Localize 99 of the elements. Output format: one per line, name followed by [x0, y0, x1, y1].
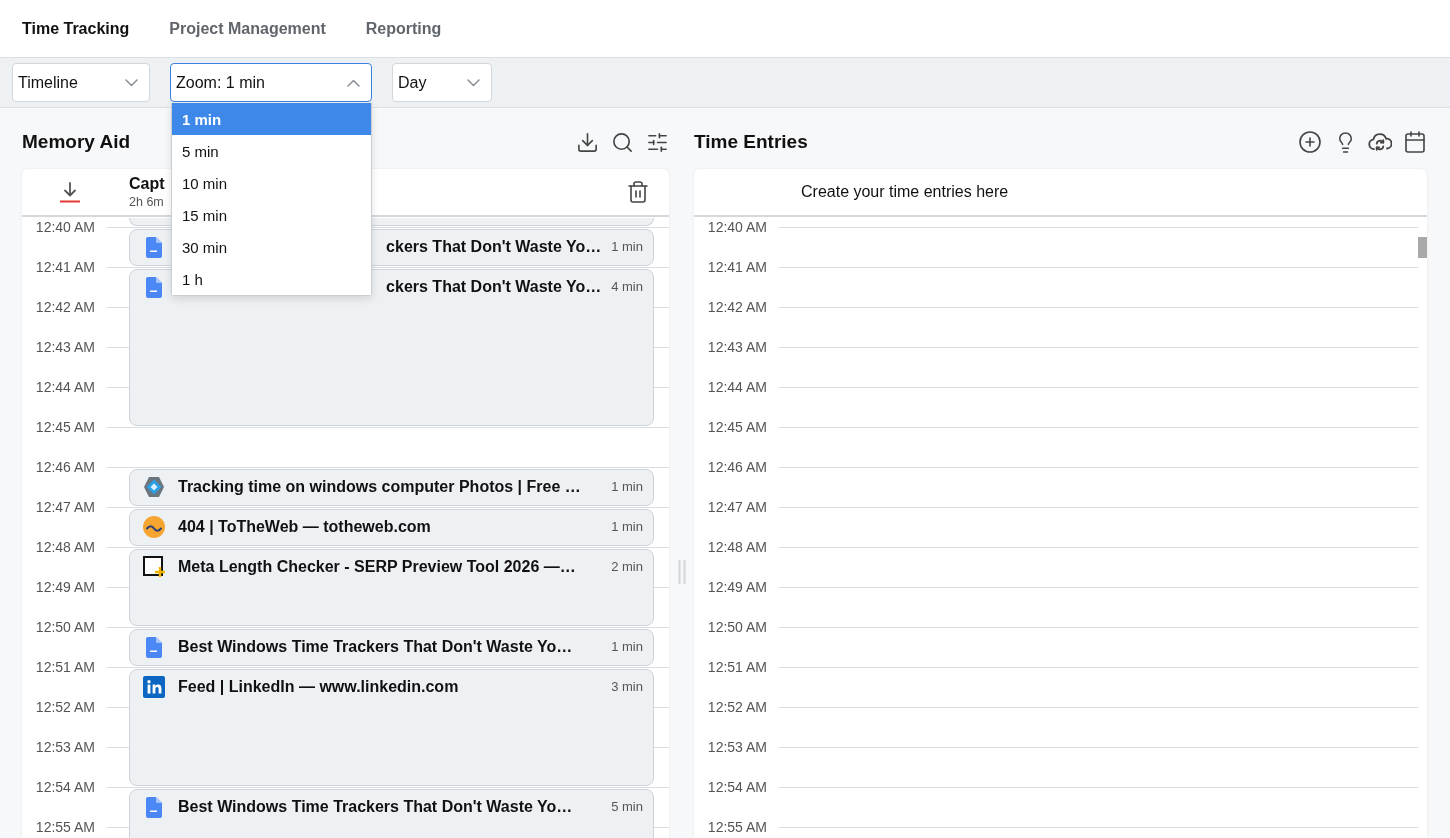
- panel-title: Time Entries: [694, 131, 808, 153]
- time-label: 12:53 AM: [707, 739, 767, 755]
- time-label: 12:55 AM: [707, 819, 767, 835]
- activity-duration: 2 min: [611, 558, 643, 576]
- filter-button[interactable]: [645, 130, 669, 154]
- nav-tab[interactable]: Project Management: [169, 19, 326, 38]
- time-label: 12:53 AM: [35, 739, 95, 755]
- time-label: 12:44 AM: [35, 379, 95, 395]
- activity-duration: 1 min: [611, 478, 643, 496]
- dropdown-select[interactable]: Day: [392, 63, 492, 102]
- activity-duration: 3 min: [611, 678, 643, 696]
- time-label: 12:44 AM: [707, 379, 767, 395]
- activity-card[interactable]: Meta Length Checker - SERP Preview Tool 2026 —… 2 min: [129, 549, 654, 626]
- time-label: 12:47 AM: [35, 499, 95, 515]
- sliders-icon: [645, 130, 669, 154]
- trash-icon: [626, 180, 650, 204]
- activity-title: ckers That Don't Waste Yo…: [386, 237, 602, 257]
- captures-title: Capt: [129, 175, 165, 193]
- calendar-button[interactable]: [1403, 130, 1427, 154]
- time-label: 12:49 AM: [35, 579, 95, 595]
- time-label: 12:42 AM: [707, 299, 767, 315]
- panel-title: Memory Aid: [22, 131, 131, 153]
- chevron-down-icon: [467, 78, 480, 87]
- time-label: 12:45 AM: [35, 419, 95, 435]
- time-label: 12:47 AM: [707, 499, 767, 515]
- download-icon[interactable]: [60, 181, 80, 203]
- time-label: 12:51 AM: [707, 659, 767, 675]
- resize-handle[interactable]: [677, 560, 686, 584]
- activity-card[interactable]: Best Windows Time Trackers That Don't Waste Yo… 5 min: [129, 789, 654, 838]
- time-label: 12:48 AM: [707, 539, 767, 555]
- time-label: 12:43 AM: [35, 339, 95, 355]
- chevron-down-icon: [125, 78, 138, 87]
- document-icon: [146, 276, 162, 298]
- activity-duration: 1 min: [611, 238, 643, 256]
- time-label: 12:41 AM: [707, 259, 767, 275]
- menu-option[interactable]: 10 min: [172, 167, 371, 199]
- in-logo-icon: [143, 676, 165, 698]
- delete-button[interactable]: [626, 180, 650, 204]
- time-label: 12:40 AM: [35, 219, 95, 235]
- card-header-text: Create your time entries here: [801, 183, 1009, 201]
- menu-option[interactable]: 30 min: [172, 231, 371, 263]
- plus-circle-icon: [1298, 130, 1322, 154]
- time-label: 12:52 AM: [707, 699, 767, 715]
- nav-tab[interactable]: Reporting: [365, 19, 442, 38]
- activity-duration: 1 min: [611, 638, 643, 656]
- round-logo-icon: [143, 516, 165, 538]
- activity-card[interactable]: Tracking time on windows computer Photos | Free … 1 min: [129, 469, 654, 506]
- square-plus-icon: [143, 556, 165, 578]
- add-button[interactable]: [1298, 130, 1322, 154]
- dropdown-select[interactable]: Timeline: [12, 63, 150, 102]
- activity-title: Best Windows Time Trackers That Don't Waste Yo…: [178, 637, 573, 657]
- time-label: 12:42 AM: [35, 299, 95, 315]
- activity-title: ckers That Don't Waste Yo…: [386, 277, 602, 297]
- captures-total: 2h 6m: [129, 195, 165, 209]
- activity-duration: 1 min: [611, 518, 643, 536]
- cloud-sync-icon: [1368, 131, 1392, 153]
- sync-button[interactable]: [1368, 130, 1392, 154]
- menu-option[interactable]: 1 min: [172, 103, 371, 135]
- activity-title: Meta Length Checker - SERP Preview Tool 2026 —…: [178, 557, 576, 577]
- activity-duration: 4 min: [611, 278, 643, 296]
- document-icon: [146, 636, 162, 658]
- activity-title: Feed | LinkedIn — www.linkedin.com: [178, 677, 459, 697]
- download-button[interactable]: [575, 130, 599, 154]
- chevron-up-icon: [347, 78, 360, 87]
- time-label: 12:51 AM: [35, 659, 95, 675]
- time-label: 12:52 AM: [35, 699, 95, 715]
- search-button[interactable]: [610, 130, 634, 154]
- time-label: 12:48 AM: [35, 539, 95, 555]
- menu-option[interactable]: 15 min: [172, 199, 371, 231]
- activity-title: Best Windows Time Trackers That Don't Waste Yo…: [178, 797, 573, 817]
- menu-option[interactable]: 5 min: [172, 135, 371, 167]
- document-icon: [146, 236, 162, 258]
- time-label: 12:50 AM: [707, 619, 767, 635]
- menu-option[interactable]: 1 h: [172, 263, 371, 295]
- time-label: 12:40 AM: [707, 219, 767, 235]
- nav-tab[interactable]: Time Tracking: [22, 19, 130, 38]
- time-label: 12:46 AM: [35, 459, 95, 475]
- activity-title: 404 | ToTheWeb — totheweb.com: [178, 517, 431, 537]
- time-label: 12:49 AM: [707, 579, 767, 595]
- time-label: 12:54 AM: [35, 779, 95, 795]
- document-icon: [146, 796, 162, 818]
- diamond-logo-icon: [143, 476, 165, 498]
- activity-card[interactable]: Feed | LinkedIn — www.linkedin.com 3 min: [129, 669, 654, 786]
- time-label: 12:45 AM: [707, 419, 767, 435]
- activity-title: Tracking time on windows computer Photos | Free …: [178, 477, 581, 497]
- time-label: 12:46 AM: [707, 459, 767, 475]
- activity-card[interactable]: 404 | ToTheWeb — totheweb.com 1 min: [129, 509, 654, 546]
- dropdown-select[interactable]: Zoom: 1 min: [170, 63, 372, 102]
- time-label: 12:50 AM: [35, 619, 95, 635]
- calendar-icon: [1403, 130, 1427, 154]
- download-icon: [575, 130, 599, 154]
- time-label: 12:41 AM: [35, 259, 95, 275]
- scrollbar-thumb[interactable]: [1418, 237, 1427, 258]
- search-icon: [610, 130, 634, 154]
- time-label: 12:55 AM: [35, 819, 95, 835]
- time-label: 12:54 AM: [707, 779, 767, 795]
- time-label: 12:43 AM: [707, 339, 767, 355]
- activity-duration: 5 min: [611, 798, 643, 816]
- activity-card[interactable]: Best Windows Time Trackers That Don't Waste Yo… 1 min: [129, 629, 654, 666]
